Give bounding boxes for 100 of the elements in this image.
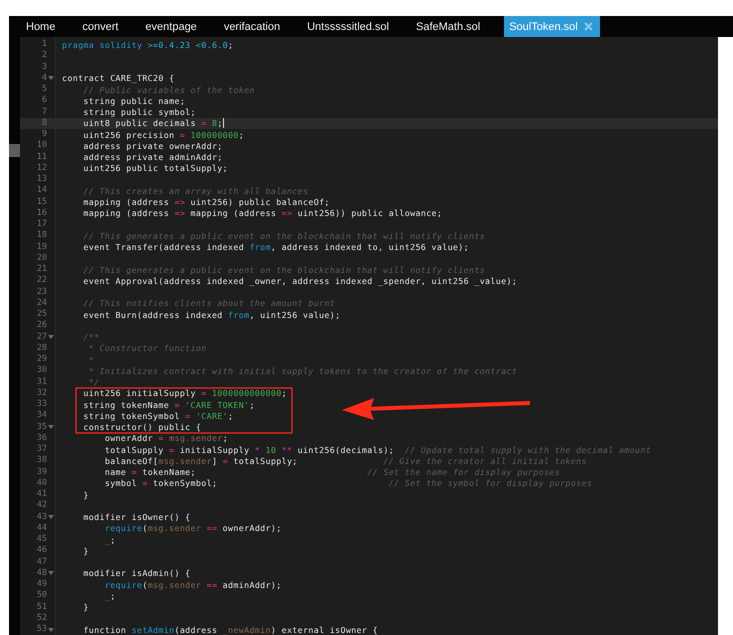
file-tab[interactable]: Home	[17, 16, 74, 37]
fold-arrow-icon[interactable]	[48, 515, 54, 520]
line-number: 4	[40, 72, 47, 84]
code-line: mapping (address => mapping (address => uint256)) public allowance;	[82, 209, 442, 218]
code-line: */	[88, 378, 100, 386]
line-number: 1	[40, 39, 47, 50]
code-line: event Transfer(address indexed from, address indexed to, uint256 value);	[82, 243, 469, 252]
code-line: // This generates a public event on the blockchain that will notify clients	[82, 232, 486, 240]
code-line: symbol = tokenSymbol; // Set the symbol for display purposes	[104, 479, 592, 488]
line-number: 29	[36, 354, 47, 366]
line-number: 36	[36, 432, 47, 444]
line-number: 16	[36, 208, 47, 219]
line-number: 15	[36, 196, 47, 208]
code-line: event Approval(address indexed _owner, address indexed _spender, uint256 _value);	[82, 276, 518, 285]
code-line: mapping (address => uint256) public balanceOf;	[82, 198, 330, 206]
code-line: pragma solidity >=0.4.23 <0.6.0;	[62, 40, 234, 49]
code-line: uint256 precision = 100000000;	[82, 130, 244, 139]
code-line: modifier isOwner() {	[82, 513, 191, 522]
line-number: 34	[36, 410, 47, 422]
line-number: 20	[36, 252, 47, 264]
line-number: 37	[36, 444, 47, 456]
file-tab[interactable]: verifacation	[214, 16, 298, 37]
fold-arrow-icon[interactable]	[48, 425, 54, 430]
code-line: string public symbol;	[82, 108, 196, 116]
line-number: 35	[36, 422, 47, 433]
code-line: * Constructor function	[88, 344, 207, 352]
fold-arrow-icon[interactable]	[48, 628, 54, 632]
fold-arrow-icon[interactable]	[48, 335, 54, 340]
line-number: 31	[36, 376, 47, 388]
line-number: 14	[36, 185, 47, 196]
close-icon[interactable]	[584, 22, 593, 31]
code-line: /**	[82, 333, 100, 342]
line-number: 8	[40, 118, 47, 129]
line-number: 42	[36, 500, 47, 512]
scroll-marker	[9, 144, 20, 157]
code-line: uint8 public decimals = 8;	[82, 118, 224, 128]
code-line: totalSupply = initialSupply * 10 ** uint256(decimals); // Update total supply with the decimal amount	[104, 446, 652, 454]
line-number: 43	[36, 512, 47, 523]
code-line: require(msg.sender == adminAddr);	[104, 580, 282, 589]
line-number: 49	[36, 579, 47, 590]
line-number: 38	[36, 455, 47, 466]
code-line: }	[82, 546, 89, 555]
line-number: 3	[40, 62, 47, 73]
fold-arrow-icon[interactable]	[48, 571, 54, 576]
code-line: uint256 public totalSupply;	[82, 164, 228, 172]
code-line: require(msg.sender == ownerAddr);	[104, 524, 282, 532]
line-number: 30	[36, 365, 47, 376]
code-line: name = tokenName; // Set the name for display purposes	[104, 468, 560, 476]
code-line: * Initializes contract with initial supply tokens to the creator of the contract	[88, 366, 518, 375]
code-line: ownerAddr = msg.sender;	[104, 434, 228, 442]
line-number: 53	[36, 624, 47, 635]
line-number: 6	[40, 95, 47, 106]
line-number: 28	[36, 342, 47, 354]
code-line: // This notifies clients about the amount burnt	[82, 299, 336, 308]
file-tab[interactable]: SafeMath.sol	[407, 16, 498, 37]
line-number: 51	[36, 602, 47, 613]
line-number: 7	[40, 106, 47, 118]
code-line: }	[82, 490, 89, 499]
code-line: _;	[104, 536, 116, 544]
line-number: 48	[36, 568, 47, 579]
code-line: string tokenSymbol = 'CARE';	[82, 412, 234, 420]
code-line: address private adminAddr;	[82, 153, 223, 162]
line-number: 41	[36, 489, 47, 500]
line-number: 25	[36, 309, 47, 320]
code-line: constructor() public {	[82, 423, 202, 432]
line-number: 46	[36, 545, 47, 556]
code-line: balanceOf[msg.sender] = totalSupply; // Give the creator all initial tokens	[104, 456, 587, 465]
line-number: 12	[36, 162, 47, 174]
line-number: 9	[40, 129, 47, 140]
line-number: 52	[36, 612, 47, 624]
code-line: uint256 initialSupply = 1000000000000;	[82, 389, 287, 398]
line-number: 22	[36, 275, 47, 286]
code-line: // This generates a public event on the blockchain that will notify clients	[82, 266, 486, 274]
code-line: // This creates an array with all balances	[82, 186, 308, 195]
line-number: 32	[36, 388, 47, 399]
file-tab[interactable]: Untsssssitled.sol	[298, 16, 407, 37]
file-tab[interactable]: eventpage	[136, 16, 215, 37]
line-number: 44	[36, 522, 47, 534]
line-number: 50	[36, 590, 47, 602]
line-number: 45	[36, 534, 47, 546]
file-tab[interactable]: convert	[73, 16, 136, 37]
code-line: *	[88, 356, 94, 364]
line-number: 11	[36, 152, 47, 163]
line-number: 39	[36, 466, 47, 478]
line-number: 21	[36, 264, 47, 276]
code-line: modifier isAdmin() {	[82, 569, 191, 578]
line-number: 18	[36, 230, 47, 242]
code-line: contract CARE_TRC20 {	[62, 74, 174, 82]
line-number: 13	[36, 174, 47, 186]
line-number: 2	[40, 50, 47, 62]
line-number: 23	[36, 286, 47, 298]
code-line: string public name;	[82, 96, 186, 105]
line-number: 5	[40, 84, 47, 96]
line-number: 24	[36, 298, 47, 309]
line-number: 19	[36, 242, 47, 253]
code-line: address private ownerAddr;	[82, 142, 223, 150]
line-number: 40	[36, 478, 47, 489]
fold-arrow-icon[interactable]	[48, 76, 54, 80]
code-line: // Public variables of the token	[82, 86, 255, 94]
code-line: }	[82, 603, 89, 612]
